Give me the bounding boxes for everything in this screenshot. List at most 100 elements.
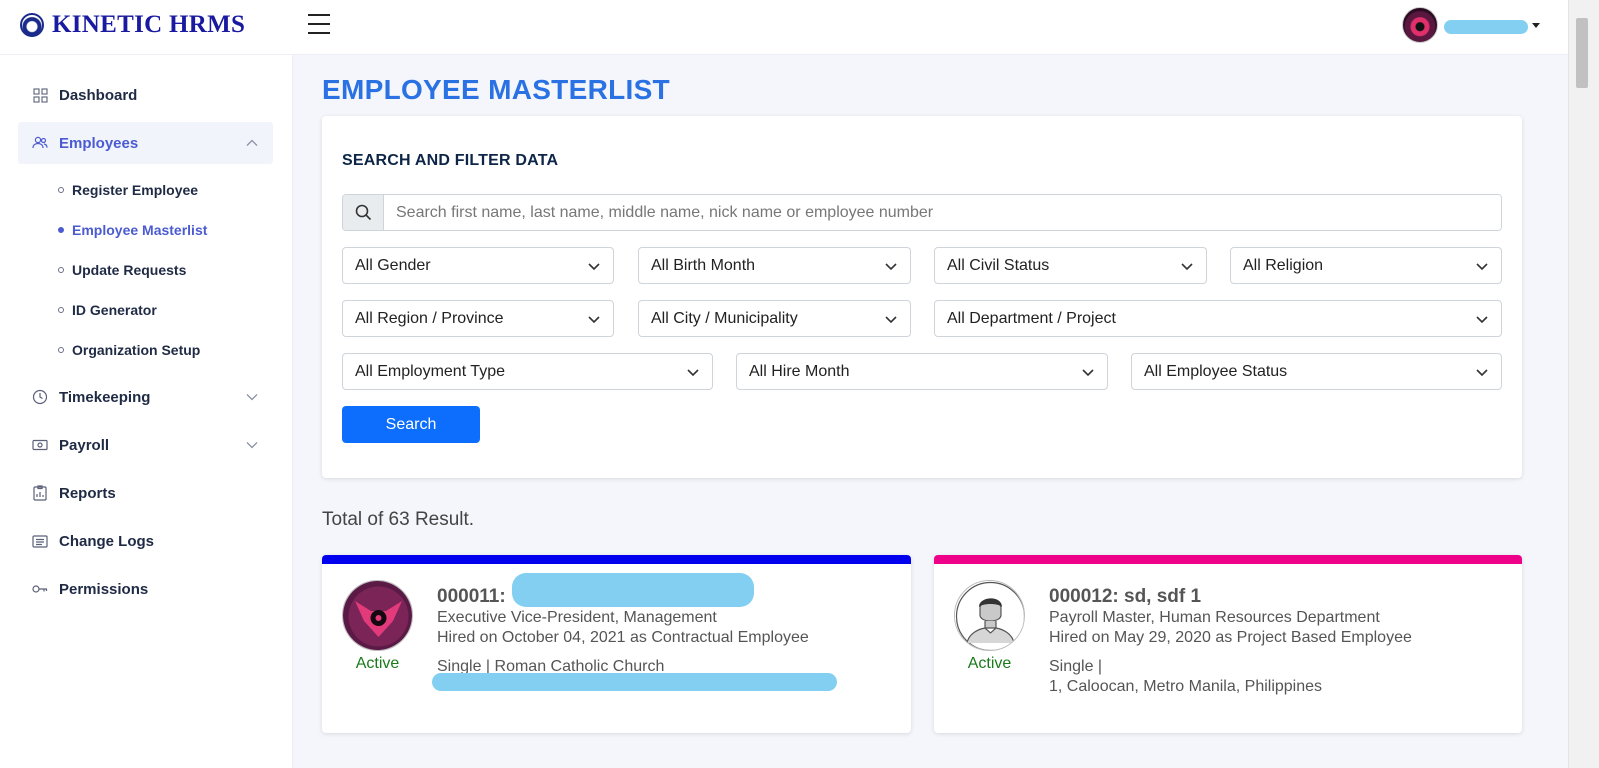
gender-select[interactable]: All Gender	[342, 247, 614, 284]
hire-month-select[interactable]: All Hire Month	[736, 353, 1108, 390]
employment-type-select-value: All Employment Type	[355, 362, 505, 380]
employee-status: Active	[355, 655, 400, 672]
bullet-icon	[58, 267, 64, 273]
menu-toggle-button[interactable]	[308, 14, 330, 34]
chevron-down-icon	[1180, 259, 1194, 273]
employee-status-select-value: All Employee Status	[1144, 362, 1288, 380]
sidebar-subitem-label: Update Requests	[72, 262, 187, 278]
sidebar-subitem-organization-setup[interactable]: Organization Setup	[58, 338, 200, 362]
sidebar-subitem-id-generator[interactable]: ID Generator	[58, 298, 157, 322]
sidebar-subitem-register-employee[interactable]: Register Employee	[58, 178, 198, 202]
search-input[interactable]	[384, 195, 1501, 230]
sidebar-item-employees[interactable]: Employees	[18, 122, 273, 164]
employee-info: 000012: sd, sdf 1 Payroll Master, Human …	[1049, 586, 1412, 697]
employee-address: 1, Caloocan, Metro Manila, Philippines	[1049, 678, 1323, 695]
clock-icon	[32, 389, 48, 405]
sidebar: Dashboard Employees Register Employee Em…	[0, 55, 293, 768]
city-select[interactable]: All City / Municipality	[638, 300, 911, 337]
employee-id-name[interactable]: 000012: sd, sdf 1	[1049, 586, 1412, 608]
hire-month-select-value: All Hire Month	[749, 362, 850, 380]
sidebar-subitem-label: Organization Setup	[72, 342, 201, 358]
chevron-down-icon	[245, 390, 259, 404]
sidebar-item-label: Change Logs	[59, 532, 155, 550]
bullet-icon	[58, 347, 64, 353]
chevron-down-icon	[587, 259, 601, 273]
hamburger-line	[308, 23, 330, 25]
report-icon	[32, 485, 48, 501]
sidebar-subitem-label: Register Employee	[72, 182, 199, 198]
sidebar-item-payroll[interactable]: Payroll	[18, 424, 273, 466]
employee-status: Active	[967, 655, 1012, 672]
city-select-value: All City / Municipality	[651, 309, 798, 327]
app-logo[interactable]: KINETIC HRMS	[20, 11, 245, 39]
sidebar-item-permissions[interactable]: Permissions	[18, 568, 273, 610]
top-navbar: KINETIC HRMS	[0, 0, 1568, 55]
sidebar-subitem-label: ID Generator	[72, 302, 157, 318]
employee-avatar	[342, 580, 413, 651]
users-icon	[32, 135, 48, 151]
search-icon[interactable]	[343, 195, 384, 230]
employee-card[interactable]: Active 000011: Executive Vice-President,…	[322, 555, 911, 733]
card-accent-bar	[322, 555, 911, 564]
page-scrollbar[interactable]	[1568, 0, 1599, 768]
birth-month-select[interactable]: All Birth Month	[638, 247, 911, 284]
sidebar-item-reports[interactable]: Reports	[18, 472, 273, 514]
sidebar-item-dashboard[interactable]: Dashboard	[18, 74, 273, 116]
region-select[interactable]: All Region / Province	[342, 300, 614, 337]
sidebar-subitem-update-requests[interactable]: Update Requests	[58, 258, 186, 282]
money-icon	[32, 437, 48, 453]
chevron-down-icon	[245, 438, 259, 452]
civil-status-select-value: All Civil Status	[947, 256, 1050, 274]
sidebar-item-label: Employees	[59, 134, 139, 152]
redacted-address	[432, 673, 837, 691]
chevron-down-icon	[1475, 259, 1489, 273]
card-accent-bar	[934, 555, 1522, 564]
employee-card[interactable]: Active 000012: sd, sdf 1 Payroll Master,…	[934, 555, 1522, 733]
religion-select-value: All Religion	[1243, 256, 1324, 274]
sidebar-item-label: Reports	[59, 484, 116, 502]
chevron-down-icon	[884, 259, 898, 273]
sidebar-item-timekeeping[interactable]: Timekeeping	[18, 376, 273, 418]
bullet-icon	[58, 307, 64, 313]
user-menu-dropdown[interactable]	[1402, 7, 1540, 43]
sidebar-item-label: Payroll	[59, 436, 110, 454]
bullet-icon	[58, 227, 64, 233]
redacted-username	[1444, 20, 1528, 34]
bullet-icon	[58, 187, 64, 193]
sidebar-subitem-label: Employee Masterlist	[72, 222, 208, 238]
caret-down-icon	[1532, 22, 1540, 28]
department-select-value: All Department / Project	[947, 309, 1116, 327]
civil-status-select[interactable]: All Civil Status	[934, 247, 1207, 284]
department-select[interactable]: All Department / Project	[934, 300, 1502, 337]
employee-civil-religion: Single |	[1049, 658, 1103, 675]
sidebar-item-label: Permissions	[59, 580, 149, 598]
result-count: Total of 63 Result.	[322, 509, 475, 530]
search-filter-card: SEARCH AND FILTER DATA All Gender All Bi…	[322, 116, 1522, 478]
sidebar-item-label: Dashboard	[59, 86, 138, 104]
grid-icon	[32, 87, 48, 103]
employee-hire-info: Hired on October 04, 2021 as Contractual…	[437, 629, 809, 646]
scrollbar-thumb[interactable]	[1576, 18, 1588, 88]
employment-type-select[interactable]: All Employment Type	[342, 353, 713, 390]
religion-select[interactable]: All Religion	[1230, 247, 1502, 284]
hamburger-line	[308, 32, 330, 34]
search-bar	[342, 194, 1502, 231]
employee-status-select[interactable]: All Employee Status	[1131, 353, 1502, 390]
user-avatar	[1402, 7, 1438, 43]
chevron-up-icon	[245, 136, 259, 150]
key-icon	[32, 581, 48, 597]
sidebar-item-change-logs[interactable]: Change Logs	[18, 520, 273, 562]
sidebar-subitem-employee-masterlist[interactable]: Employee Masterlist	[58, 218, 207, 242]
region-select-value: All Region / Province	[355, 309, 504, 327]
birth-month-select-value: All Birth Month	[651, 256, 756, 274]
sidebar-item-label: Timekeeping	[59, 388, 151, 406]
page-title: EMPLOYEE MASTERLIST	[322, 74, 670, 105]
gender-select-value: All Gender	[355, 256, 431, 274]
chevron-down-icon	[884, 312, 898, 326]
chevron-down-icon	[587, 312, 601, 326]
employee-position: Payroll Master, Human Resources Departme…	[1049, 609, 1380, 626]
chevron-down-icon	[1475, 312, 1489, 326]
chevron-down-icon	[1081, 365, 1095, 379]
redacted-name	[512, 573, 754, 607]
search-button[interactable]: Search	[342, 406, 480, 443]
